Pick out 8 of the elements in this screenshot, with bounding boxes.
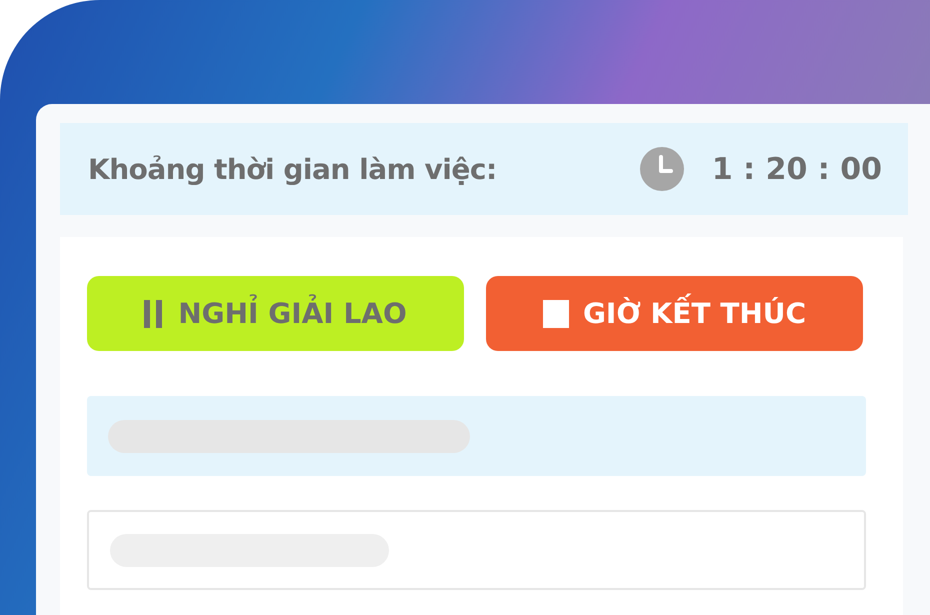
pause-icon (144, 300, 164, 328)
input-field[interactable] (87, 510, 866, 590)
stop-icon (542, 300, 569, 328)
end-button[interactable]: GIỜ KẾT THÚC (486, 276, 863, 351)
break-button[interactable]: NGHỈ GIẢI LAO (87, 276, 464, 351)
work-time-label: Khoảng thời gian làm việc: (88, 152, 498, 186)
clock-icon (640, 147, 684, 191)
work-time-value: 1 : 20 : 00 (712, 152, 882, 186)
